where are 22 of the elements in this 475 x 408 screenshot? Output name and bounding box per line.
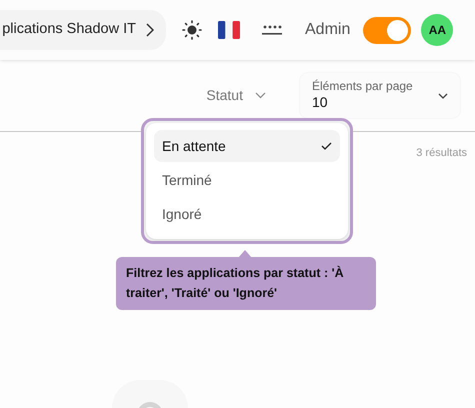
status-option[interactable]: Terminé xyxy=(154,164,340,196)
page-size-value: 10 xyxy=(312,94,329,112)
chevron-right-icon xyxy=(146,23,154,37)
user-label: Admin xyxy=(305,20,350,40)
french-flag-icon[interactable] xyxy=(218,21,240,39)
breadcrumb-text: plications Shadow IT xyxy=(2,20,136,40)
check-icon xyxy=(321,142,332,150)
user-avatar[interactable]: AA xyxy=(421,14,454,46)
status-filter-label: Statut xyxy=(206,86,243,105)
tooltip-text: Filtrez les applications par statut : 'À traiter', 'Traité' ou 'Ignoré' xyxy=(126,266,344,300)
breadcrumb[interactable]: plications Shadow IT xyxy=(0,10,166,50)
results-count: 3 résultats xyxy=(416,146,467,161)
chevron-down-icon xyxy=(255,92,266,99)
page-size-label: Éléments par page xyxy=(312,79,413,94)
status-option[interactable]: En attente xyxy=(154,130,340,162)
admin-toggle[interactable] xyxy=(363,16,412,44)
sun-icon[interactable] xyxy=(182,20,202,40)
chevron-down-icon xyxy=(438,92,448,98)
page-size-select[interactable]: Éléments par page 10 xyxy=(300,73,460,118)
status-option[interactable]: Ignoré xyxy=(154,198,340,230)
status-filter[interactable]: Statut xyxy=(206,85,266,106)
password-icon[interactable] xyxy=(262,24,282,36)
